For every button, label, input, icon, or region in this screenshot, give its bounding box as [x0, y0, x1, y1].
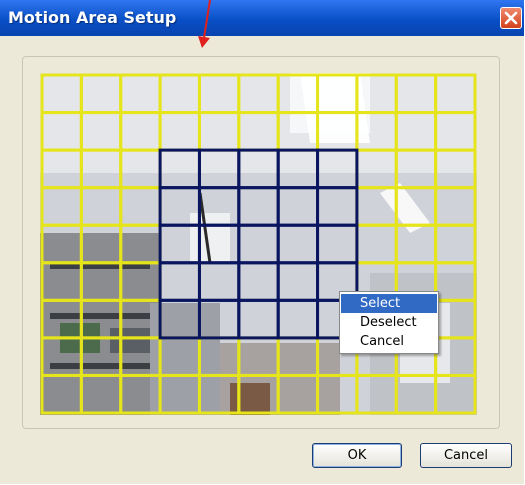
- close-button[interactable]: [500, 7, 522, 29]
- cancel-button[interactable]: Cancel: [420, 443, 512, 468]
- motion-grid-view[interactable]: [40, 73, 477, 415]
- camera-scene: [40, 73, 477, 415]
- ok-button[interactable]: OK: [312, 443, 402, 468]
- menu-item-cancel[interactable]: Cancel: [341, 332, 437, 351]
- close-icon: [504, 11, 518, 25]
- menu-item-deselect[interactable]: Deselect: [341, 313, 437, 332]
- window-title: Motion Area Setup: [8, 8, 177, 27]
- menu-item-select[interactable]: Select: [341, 294, 437, 313]
- context-menu: Select Deselect Cancel: [339, 291, 439, 354]
- titlebar: Motion Area Setup: [0, 0, 524, 36]
- motion-area-setup-dialog: Motion Area Setup Select Deselect Cancel…: [0, 0, 524, 484]
